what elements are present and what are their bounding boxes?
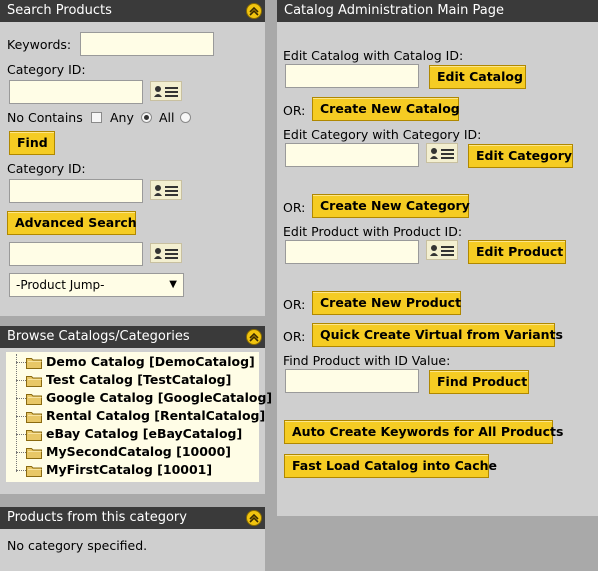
lookup-card-icon[interactable] (426, 240, 458, 260)
search-products-panel: Search Products Keywords: Category ID: N… (0, 0, 265, 316)
catalog-tree-label[interactable]: eBay Catalog [eBayCatalog] (46, 425, 242, 443)
edit-catalog-button[interactable]: Edit Catalog (429, 65, 526, 89)
catalog-tree-item[interactable]: eBay Catalog [eBayCatalog] (6, 425, 259, 443)
lookup-card-icon[interactable] (150, 243, 182, 263)
create-catalog-button[interactable]: Create New Catalog (312, 97, 460, 121)
no-contains-label: No Contains (7, 110, 83, 125)
or-label: OR: (283, 329, 306, 344)
product-jump-select-value: -Product Jump- (16, 278, 105, 292)
all-radio[interactable] (180, 112, 191, 123)
folder-icon (26, 410, 42, 426)
auto-create-keywords-button[interactable]: Auto Create Keywords for All Products (284, 420, 563, 444)
catalog-tree-label[interactable]: Demo Catalog [DemoCatalog] (46, 353, 255, 371)
products-category-panel: Products from this category No category … (0, 507, 265, 571)
category-id2-label: Category ID: (7, 161, 86, 176)
browse-catalogs-title: Browse Catalogs/Categories (7, 329, 190, 344)
products-category-header: Products from this category (0, 507, 265, 529)
collapse-up-icon[interactable] (246, 329, 262, 345)
catalog-tree-label[interactable]: Rental Catalog [RentalCatalog] (46, 407, 265, 425)
category-id-input[interactable] (9, 80, 143, 104)
edit-category-label: Edit Category with Category ID: (283, 127, 482, 142)
browse-catalogs-header: Browse Catalogs/Categories (0, 326, 265, 348)
lookup-card-icon[interactable] (426, 143, 458, 163)
catalog-tree-item[interactable]: MyFirstCatalog [10001] (6, 461, 259, 479)
edit-product-button[interactable]: Edit Product (468, 240, 566, 264)
lookup-card-icon[interactable] (150, 180, 182, 200)
catalog-tree: Demo Catalog [DemoCatalog] Test Catalog [… (6, 352, 272, 482)
any-radio[interactable] (141, 112, 152, 123)
find-product-label: Find Product with ID Value: (283, 353, 451, 368)
category-id-label: Category ID: (7, 62, 86, 77)
advanced-search-button[interactable]: Advanced Search (7, 211, 137, 235)
edit-category-button[interactable]: Edit Category (468, 144, 573, 168)
catalog-tree-item[interactable]: Test Catalog [TestCatalog] (6, 371, 259, 389)
collapse-up-icon[interactable] (246, 510, 262, 526)
no-contains-checkbox[interactable] (91, 112, 102, 123)
search-products-header: Search Products (0, 0, 265, 22)
find-product-input[interactable] (285, 369, 419, 393)
edit-product-label: Edit Product with Product ID: (283, 224, 463, 239)
or-label: OR: (283, 200, 306, 215)
folder-icon (26, 464, 42, 480)
edit-catalog-label: Edit Catalog with Catalog ID: (283, 48, 464, 63)
any-label: Any (110, 110, 134, 125)
category-id-main-input[interactable] (285, 143, 419, 167)
or-label: OR: (283, 297, 306, 312)
all-label: All (159, 110, 175, 125)
or-label: OR: (283, 103, 306, 118)
browse-catalogs-panel: Browse Catalogs/Categories Demo Catalog … (0, 326, 272, 494)
search-products-title: Search Products (7, 3, 112, 18)
catalog-tree-label[interactable]: MySecondCatalog [10000] (46, 443, 231, 461)
dropdown-arrow-icon: ▼ (169, 279, 177, 290)
catalog-id-input[interactable] (285, 64, 419, 88)
keywords-input[interactable] (80, 32, 214, 56)
fast-load-catalog-button[interactable]: Fast Load Catalog into Cache (284, 454, 497, 478)
keywords-label: Keywords: (7, 37, 72, 52)
product-jump-input[interactable] (9, 242, 143, 266)
catalog-tree-label[interactable]: Google Catalog [GoogleCatalog] (46, 389, 272, 407)
no-category-text: No category specified. (7, 538, 148, 553)
find-button[interactable]: Find (9, 131, 55, 155)
main-panel: Catalog Administration Main Page Edit Ca… (277, 0, 598, 516)
folder-icon (26, 392, 42, 408)
catalog-tree-label[interactable]: Test Catalog [TestCatalog] (46, 371, 231, 389)
main-title: Catalog Administration Main Page (284, 3, 504, 18)
folder-icon (26, 356, 42, 372)
main-header: Catalog Administration Main Page (277, 0, 598, 22)
folder-icon (26, 446, 42, 462)
product-id-input[interactable] (285, 240, 419, 264)
category-id2-input[interactable] (9, 179, 143, 203)
catalog-tree-item[interactable]: Demo Catalog [DemoCatalog] (6, 353, 259, 371)
catalog-tree-label[interactable]: MyFirstCatalog [10001] (46, 461, 212, 479)
catalog-tree-item[interactable]: Rental Catalog [RentalCatalog] (6, 407, 265, 426)
catalog-tree-item[interactable]: Google Catalog [GoogleCatalog] (6, 389, 272, 408)
catalog-tree-item[interactable]: MySecondCatalog [10000] (6, 443, 259, 461)
find-product-button[interactable]: Find Product (429, 370, 529, 394)
folder-icon (26, 428, 42, 444)
products-category-title: Products from this category (7, 510, 187, 525)
create-product-button[interactable]: Create New Product (312, 291, 461, 315)
lookup-card-icon[interactable] (150, 81, 182, 101)
create-category-button[interactable]: Create New Category (312, 194, 470, 218)
collapse-up-icon[interactable] (246, 3, 262, 19)
quick-create-virtual-button[interactable]: Quick Create Virtual from Variants (312, 323, 563, 347)
folder-icon (26, 374, 42, 390)
product-jump-select[interactable]: -Product Jump- ▼ (9, 273, 184, 297)
